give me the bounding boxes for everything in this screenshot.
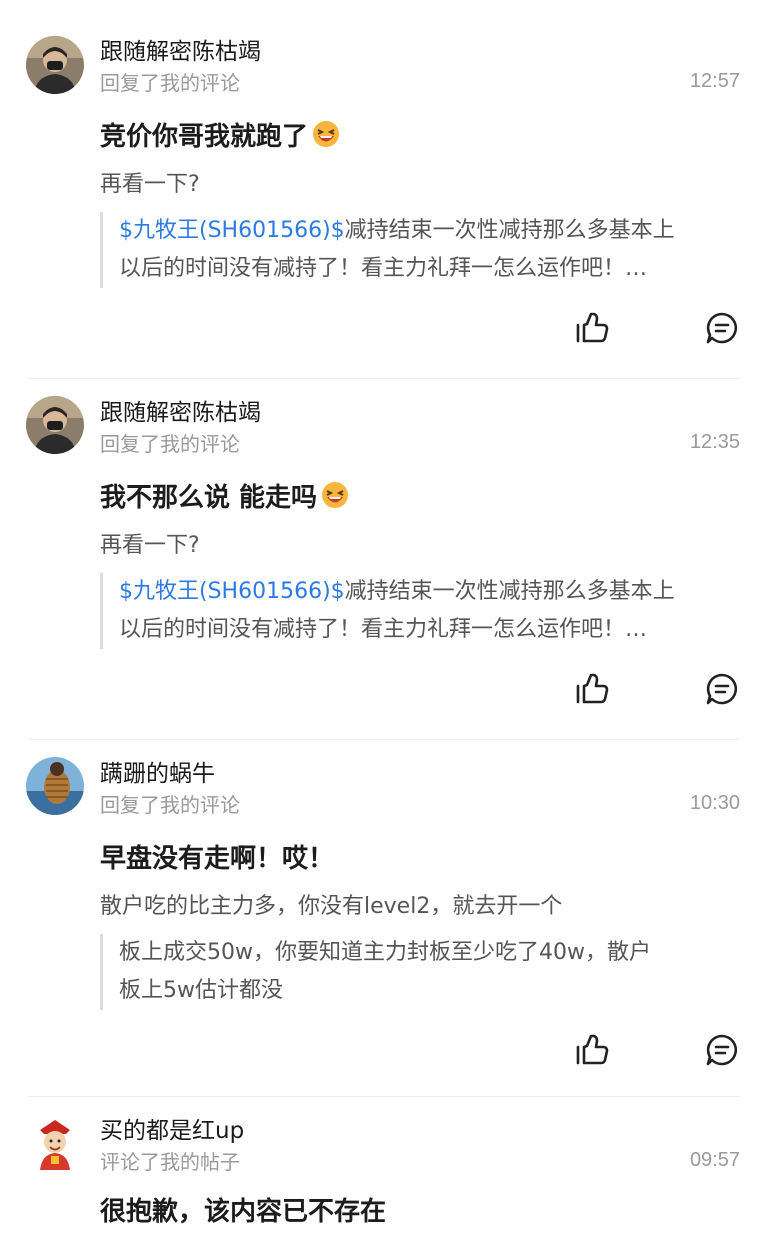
thumbs-up-icon xyxy=(576,1034,609,1065)
quoted-post[interactable]: $九牧王(SH601566)$减持结束一次性减持那么多基本上 以后的时间没有减持… xyxy=(100,212,740,288)
timestamp: 09:57 xyxy=(689,1148,740,1171)
user-name[interactable]: 跟随解密陈枯竭 xyxy=(100,393,261,427)
notification-item[interactable]: 蹒跚的蜗牛 回复了我的评论 10:30 早盘没有走啊！哎！ 散户吃的比主力多，你… xyxy=(0,740,768,1096)
avatar[interactable] xyxy=(26,1114,84,1172)
comment-content: 我不那么说 能走吗 xyxy=(100,482,318,513)
laughing-emoji-icon xyxy=(321,481,349,509)
secondary-text: 再看一下? xyxy=(100,172,200,197)
notification-item[interactable]: 跟随解密陈枯竭 回复了我的评论 12:35 我不那么说 能走吗 再看一下? $九… xyxy=(0,379,768,739)
quote-text: 以后的时间没有减持了！看主力礼拜一怎么运作吧！… xyxy=(119,617,648,642)
notification-item[interactable]: 买的都是红up 评论了我的帖子 09:57 很抱歉，该内容已不存在 xyxy=(0,1097,768,1235)
comment-bubble-icon xyxy=(706,673,738,705)
comment-content: 很抱歉，该内容已不存在 xyxy=(100,1196,387,1227)
user-name[interactable]: 买的都是红up xyxy=(100,1111,244,1145)
laughing-emoji-icon xyxy=(312,120,340,148)
like-button[interactable] xyxy=(574,671,610,707)
like-button[interactable] xyxy=(574,310,610,346)
avatar[interactable] xyxy=(26,396,84,454)
user-name[interactable]: 跟随解密陈枯竭 xyxy=(100,32,261,66)
notification-feed: 跟随解密陈枯竭 回复了我的评论 12:57 竞价你哥我就跑了 再看一下? $九牧… xyxy=(0,0,768,1235)
secondary-text: 再看一下? xyxy=(100,533,200,558)
avatar[interactable] xyxy=(26,36,84,94)
action-text: 回复了我的评论 xyxy=(100,792,240,817)
quoted-post[interactable]: $九牧王(SH601566)$减持结束一次性减持那么多基本上 以后的时间没有减持… xyxy=(100,573,740,649)
thumbs-up-icon xyxy=(576,673,609,704)
comment-button[interactable] xyxy=(704,310,740,346)
timestamp: 12:57 xyxy=(689,69,740,92)
comment-bubble-icon xyxy=(706,312,738,344)
quote-text: 减持结束一次性减持那么多基本上 xyxy=(344,218,675,243)
quote-text: 板上5w估计都没 xyxy=(119,978,283,1003)
secondary-text: 散户吃的比主力多，你没有level2，就去开一个 xyxy=(100,894,563,919)
timestamp: 12:35 xyxy=(689,430,740,453)
comment-content: 竞价你哥我就跑了 xyxy=(100,121,309,152)
comment-button[interactable] xyxy=(704,1032,740,1068)
user-name[interactable]: 蹒跚的蜗牛 xyxy=(100,754,215,788)
comment-button[interactable] xyxy=(704,671,740,707)
like-button[interactable] xyxy=(574,1032,610,1068)
quote-text: 板上成交50w，你要知道主力封板至少吃了40w，散户 xyxy=(119,940,651,965)
timestamp: 10:30 xyxy=(689,791,740,814)
quote-text: 以后的时间没有减持了！看主力礼拜一怎么运作吧！… xyxy=(119,256,648,281)
comment-bubble-icon xyxy=(706,1034,738,1066)
quoted-post[interactable]: 板上成交50w，你要知道主力封板至少吃了40w，散户 板上5w估计都没 xyxy=(100,934,740,1010)
stock-link[interactable]: $九牧王(SH601566)$ xyxy=(119,579,345,604)
stock-link[interactable]: $九牧王(SH601566)$ xyxy=(119,218,345,243)
notification-item[interactable]: 跟随解密陈枯竭 回复了我的评论 12:57 竞价你哥我就跑了 再看一下? $九牧… xyxy=(0,0,768,378)
action-text: 回复了我的评论 xyxy=(100,70,240,95)
thumbs-up-icon xyxy=(576,312,609,343)
avatar[interactable] xyxy=(26,757,84,815)
action-text: 回复了我的评论 xyxy=(100,431,240,456)
quote-text: 减持结束一次性减持那么多基本上 xyxy=(344,579,675,604)
action-text: 评论了我的帖子 xyxy=(100,1149,240,1174)
comment-content: 早盘没有走啊！哎！ xyxy=(100,843,335,874)
